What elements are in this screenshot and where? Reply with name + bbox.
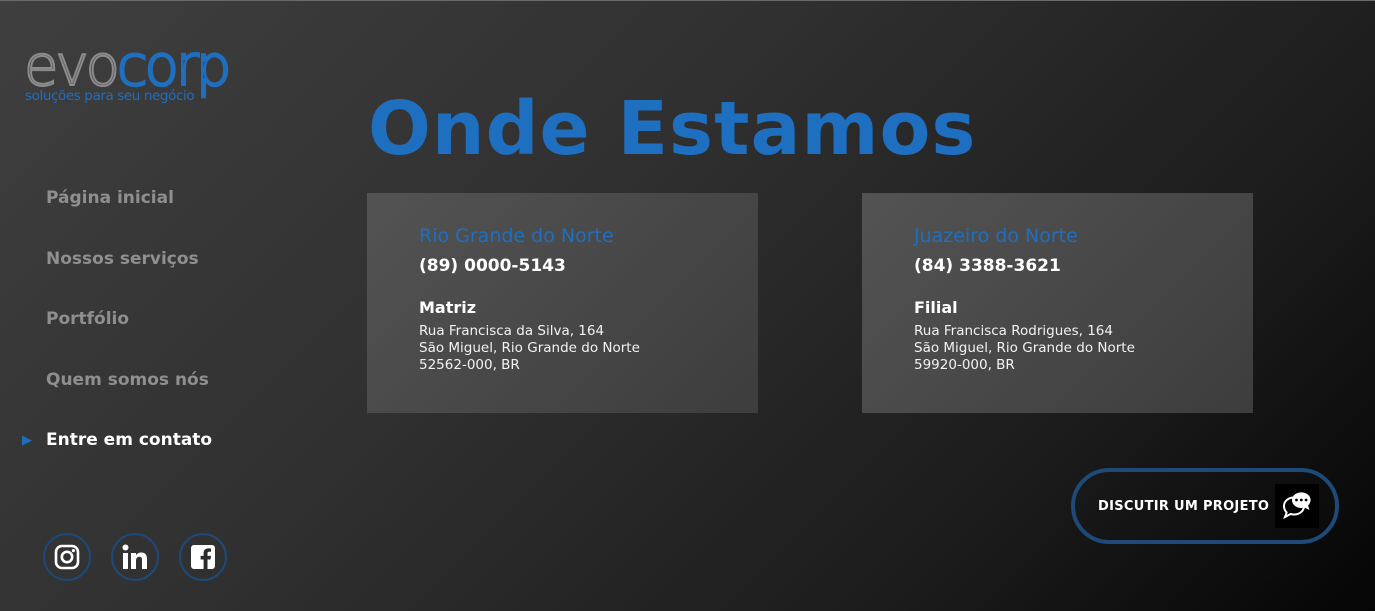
- instagram-button[interactable]: [43, 533, 91, 581]
- address-line: Rua Francisca da Silva, 164: [419, 323, 605, 339]
- location-phone[interactable]: (84) 3388-3621: [914, 256, 1253, 276]
- main-nav: Página inicial Nossos serviços Portfólio…: [22, 188, 213, 491]
- nav-item-label: Quem somos nós: [46, 369, 209, 390]
- discuss-project-button[interactable]: DISCUTIR UM PROJETO: [1071, 468, 1339, 544]
- nav-item-nossos-servicos[interactable]: Nossos serviços: [46, 249, 212, 310]
- linkedin-icon: [122, 544, 147, 569]
- nav-item-label: Página inicial: [46, 188, 174, 208]
- nav-item-label: Nossos serviços: [46, 248, 199, 269]
- location-address: Rua Francisca da Silva, 164 São Miguel, …: [419, 323, 758, 374]
- cta-label: DISCUTIR UM PROJETO: [1098, 498, 1270, 514]
- nav-item-entre-em-contato[interactable]: ▶ Entre em contato: [22, 430, 213, 491]
- page-title: Onde Estamos: [368, 86, 977, 172]
- top-border: [0, 0, 1375, 1]
- active-arrow-icon: ▶: [22, 433, 32, 448]
- address-line: São Miguel, Rio Grande do Norte: [914, 340, 1135, 356]
- location-city: Rio Grande do Norte: [419, 225, 614, 247]
- location-card-rio-grande-do-norte: Rio Grande do Norte (89) 0000-5143 Matri…: [367, 193, 758, 413]
- linkedin-button[interactable]: [111, 533, 159, 581]
- evocorp-logo[interactable]: evocorp soluções para seu negócio: [23, 36, 274, 110]
- address-line: Rua Francisca Rodrigues, 164: [914, 323, 1113, 339]
- location-city: Juazeiro do Norte: [914, 225, 1078, 247]
- nav-item-quem-somos-nos[interactable]: Quem somos nós: [46, 370, 212, 431]
- address-line: São Miguel, Rio Grande do Norte: [419, 340, 640, 356]
- logo-tagline: soluções para seu negócio: [25, 88, 195, 104]
- nav-item-portfolio[interactable]: Portfólio: [46, 309, 212, 370]
- social-links: [43, 533, 227, 581]
- address-line: 52562-000, BR: [419, 357, 520, 373]
- facebook-button[interactable]: [179, 533, 227, 581]
- address-line: 59920-000, BR: [914, 357, 1015, 373]
- nav-item-label: Entre em contato: [46, 430, 213, 450]
- facebook-icon: [191, 545, 215, 569]
- location-phone[interactable]: (89) 0000-5143: [419, 256, 758, 276]
- chat-bubbles-icon: [1275, 484, 1319, 528]
- location-type: Filial: [914, 298, 958, 317]
- location-type: Matriz: [419, 298, 477, 317]
- location-address: Rua Francisca Rodrigues, 164 São Miguel,…: [914, 323, 1253, 374]
- instagram-icon: [54, 544, 80, 570]
- location-card-juazeiro-do-norte: Juazeiro do Norte (84) 3388-3621 Filial …: [862, 193, 1253, 413]
- nav-item-label: Portfólio: [46, 309, 130, 329]
- nav-item-pagina-inicial[interactable]: Página inicial: [46, 188, 212, 249]
